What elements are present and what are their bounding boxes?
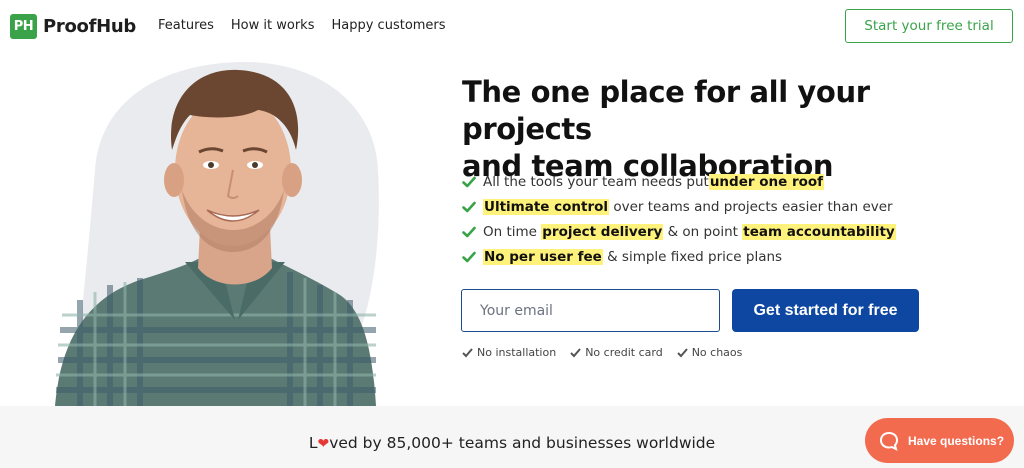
headline-line-1: The one place for all your projects — [462, 75, 870, 146]
person-photo — [55, 62, 379, 406]
feature-text: over teams and projects easier than ever — [609, 198, 893, 215]
start-free-trial-button[interactable]: Start your free trial — [845, 9, 1013, 43]
email-input[interactable] — [461, 289, 720, 332]
feature-list: All the tools your team needs put under … — [462, 169, 896, 269]
feature-item: Ultimate control over teams and projects… — [462, 194, 896, 219]
help-label: Have questions? — [908, 433, 1005, 448]
badge-label: No installation — [477, 346, 557, 359]
check-icon — [462, 226, 476, 237]
feature-highlight: under one roof — [708, 173, 825, 190]
nav-features[interactable]: Features — [158, 18, 214, 33]
check-icon — [462, 251, 476, 262]
hero-person-photo — [0, 54, 420, 406]
logo-text: ProofHub — [43, 16, 136, 37]
check-icon — [462, 201, 476, 212]
nav-happy-customers[interactable]: Happy customers — [331, 18, 445, 33]
feature-text: & simple fixed price plans — [602, 248, 783, 265]
proofhub-logo[interactable]: PH ProofHub — [10, 14, 136, 39]
trust-badges: No installation No credit card No chaos — [462, 346, 742, 359]
logo-badge: PH — [10, 14, 37, 39]
badge-label: No chaos — [691, 346, 743, 359]
site-header: PH ProofHub Features How it works Happy … — [0, 0, 1024, 54]
badge-no-chaos: No chaos — [676, 346, 743, 359]
feature-highlight: team accountability — [742, 223, 896, 240]
feature-item: On time project delivery & on point team… — [462, 219, 896, 244]
feature-highlight: Ultimate control — [483, 198, 610, 215]
check-icon — [462, 348, 473, 358]
check-icon — [676, 348, 688, 358]
feature-text: & on point — [663, 223, 743, 240]
get-started-button[interactable]: Get started for free — [732, 289, 919, 332]
loved-suffix: ved by 85,000+ teams and businesses worl… — [329, 434, 716, 452]
chat-bubble-icon — [879, 431, 899, 451]
main-nav: Features How it works Happy customers — [158, 18, 446, 33]
feature-text: All the tools your team needs put — [483, 173, 709, 190]
badge-no-credit-card: No credit card — [570, 346, 663, 359]
feature-highlight: No per user fee — [483, 248, 603, 265]
feature-item: No per user fee & simple fixed price pla… — [462, 244, 896, 269]
feature-text: On time — [483, 223, 542, 240]
heart-icon: ❤ — [317, 436, 330, 452]
have-questions-button[interactable]: Have questions? — [865, 418, 1014, 463]
feature-item: All the tools your team needs put under … — [462, 169, 896, 194]
check-icon — [570, 348, 581, 358]
check-icon — [462, 176, 476, 187]
feature-highlight: project delivery — [541, 223, 664, 240]
badge-label: No credit card — [585, 346, 663, 359]
badge-no-installation: No installation — [462, 346, 556, 359]
nav-how-it-works[interactable]: How it works — [231, 18, 315, 33]
